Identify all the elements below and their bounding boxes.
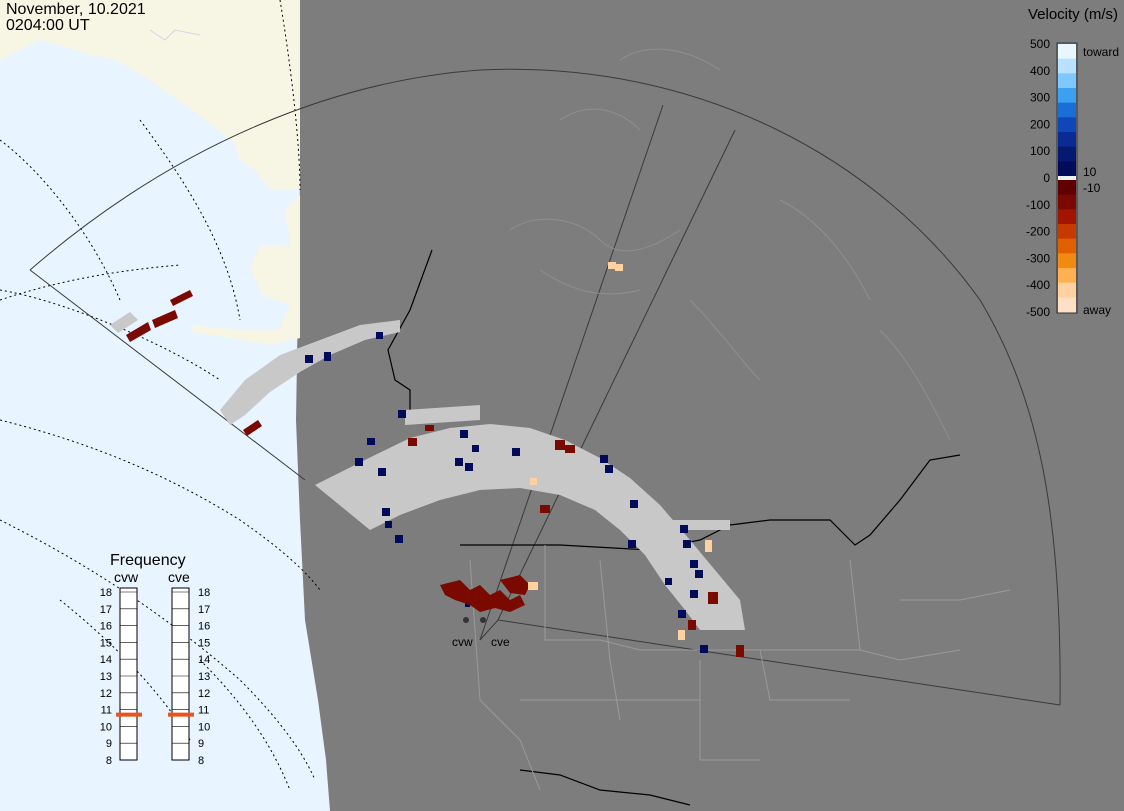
velocity-swatch-negative bbox=[1058, 224, 1076, 240]
velocity-swatch-negative bbox=[1058, 238, 1076, 254]
frequency-level-cve: 13 bbox=[198, 671, 210, 683]
velocity-tick-label: -400 bbox=[1026, 278, 1050, 292]
frequency-bar-cve bbox=[171, 587, 190, 761]
frequency-level-cve: 16 bbox=[198, 621, 210, 633]
frequency-level-cvw: 16 bbox=[100, 621, 112, 633]
velocity-swatch-positive bbox=[1058, 58, 1076, 74]
velocity-swatch-positive bbox=[1058, 132, 1076, 148]
velocity-swatch-positive bbox=[1058, 146, 1076, 162]
radar-map: cvw cve 500 400 300 200 100 0 -100 -200 -300 -400… bbox=[0, 0, 1124, 811]
land-area bbox=[296, 0, 1124, 811]
frequency-level-cvw: 18 bbox=[100, 587, 112, 599]
velocity-tick-label: 100 bbox=[1030, 144, 1050, 158]
frequency-level-cvw: 10 bbox=[100, 721, 112, 733]
velocity-tick-label: -300 bbox=[1026, 251, 1050, 265]
frequency-level-cve: 9 bbox=[198, 738, 204, 750]
velocity-swatch-negative bbox=[1058, 209, 1076, 225]
frequency-marker-cve bbox=[168, 712, 194, 717]
velocity-away-label: away bbox=[1083, 303, 1111, 317]
velocity-tick-label: 300 bbox=[1030, 91, 1050, 105]
velocity-swatch-positive bbox=[1058, 44, 1076, 60]
frequency-level-cvw: 13 bbox=[100, 671, 112, 683]
frequency-level-cve: 12 bbox=[198, 688, 210, 700]
velocity-swatch-negative bbox=[1058, 253, 1076, 269]
radar-label-cve: cve bbox=[491, 635, 510, 649]
velocity-toward-label: toward bbox=[1083, 45, 1119, 59]
date-label: November, 10.2021 bbox=[6, 1, 146, 18]
frequency-station-cve: cve bbox=[168, 569, 190, 585]
velocity-swatch-positive bbox=[1058, 73, 1076, 89]
velocity-tick-label: 500 bbox=[1030, 37, 1050, 51]
velocity-tick-label: -200 bbox=[1026, 225, 1050, 239]
velocity-swatch-positive bbox=[1058, 117, 1076, 133]
frequency-title: Frequency bbox=[110, 552, 186, 569]
frequency-level-cvw: 14 bbox=[100, 654, 112, 666]
velocity-swatch-zero bbox=[1058, 176, 1076, 180]
frequency-level-cvw: 15 bbox=[100, 637, 112, 649]
velocity-swatch-positive bbox=[1058, 88, 1076, 104]
frequency-level-cve: 18 bbox=[198, 587, 210, 599]
velocity-pos-threshold: 10 bbox=[1083, 165, 1097, 179]
velocity-swatch-negative bbox=[1058, 180, 1076, 196]
radar-site-cvw bbox=[463, 617, 469, 623]
frequency-level-cve: 17 bbox=[198, 604, 210, 616]
frequency-level-cvw: 11 bbox=[101, 705, 112, 717]
time-label: 0204:00 UT bbox=[6, 17, 90, 34]
velocity-swatch-negative bbox=[1058, 194, 1076, 210]
frequency-level-cvw: 8 bbox=[106, 755, 112, 767]
velocity-swatch-negative bbox=[1058, 282, 1076, 298]
velocity-neg-threshold: -10 bbox=[1083, 181, 1101, 195]
frequency-level-cve: 10 bbox=[198, 721, 210, 733]
frequency-level-cvw: 9 bbox=[106, 738, 112, 750]
frequency-level-cvw: 12 bbox=[100, 688, 112, 700]
velocity-colorbar bbox=[1058, 44, 1076, 313]
velocity-tick-label: 0 bbox=[1043, 171, 1050, 185]
velocity-legend-title: Velocity (m/s) bbox=[1027, 6, 1118, 23]
velocity-swatch-positive bbox=[1058, 102, 1076, 118]
frequency-level-cve: 11 bbox=[198, 705, 209, 717]
frequency-level-cve: 8 bbox=[198, 755, 204, 767]
velocity-swatch-negative bbox=[1058, 268, 1076, 284]
frequency-level-cve: 14 bbox=[198, 654, 210, 666]
velocity-tick-label: 400 bbox=[1030, 64, 1050, 78]
frequency-bar-cvw bbox=[119, 587, 138, 761]
velocity-tick-label: -500 bbox=[1026, 305, 1050, 319]
velocity-tick-label: 200 bbox=[1030, 117, 1050, 131]
radar-site-cve bbox=[480, 617, 486, 623]
frequency-marker-cvw bbox=[116, 712, 142, 717]
radar-label-cvw: cvw bbox=[452, 635, 473, 649]
frequency-station-cvw: cvw bbox=[114, 569, 139, 585]
velocity-tick-label: -100 bbox=[1026, 198, 1050, 212]
velocity-swatch-positive bbox=[1058, 161, 1076, 177]
velocity-swatch-negative bbox=[1058, 297, 1076, 313]
frequency-level-cve: 15 bbox=[198, 637, 210, 649]
frequency-level-cvw: 17 bbox=[100, 604, 112, 616]
